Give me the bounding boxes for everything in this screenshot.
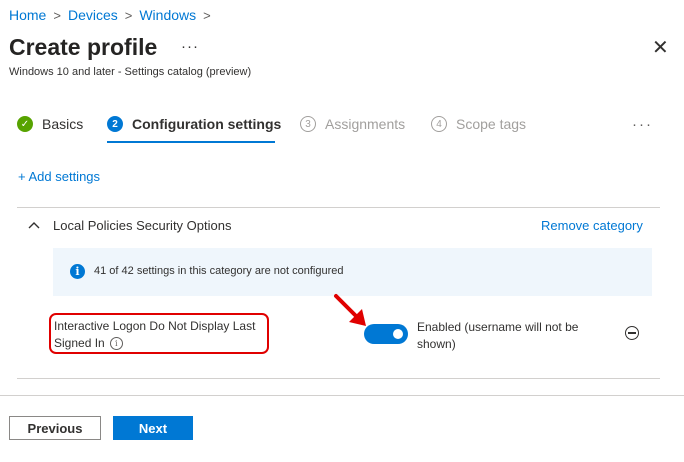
breadcrumb-devices[interactable]: Devices <box>68 7 118 23</box>
step-scope-tags[interactable]: 4 Scope tags <box>431 116 526 132</box>
step-basics[interactable]: ✓ Basics <box>17 116 83 132</box>
chevron-right-icon: > <box>53 7 61 23</box>
setting-label: Interactive Logon Do Not Display Last Si… <box>54 319 256 350</box>
footer-divider <box>0 395 684 396</box>
page-title: Create profile <box>9 34 158 60</box>
next-button[interactable]: Next <box>113 416 193 440</box>
step-number: 3 <box>300 116 316 132</box>
more-steps-icon[interactable]: ··· <box>632 116 653 133</box>
breadcrumb: Home > Devices > Windows > <box>9 7 218 23</box>
setting-toggle[interactable] <box>364 324 408 344</box>
step-assignments[interactable]: 3 Assignments <box>300 116 405 132</box>
divider <box>17 207 660 208</box>
step-label: Assignments <box>325 116 406 132</box>
setting-name: Interactive Logon Do Not Display Last Si… <box>54 318 269 352</box>
remove-setting-icon[interactable] <box>625 326 639 340</box>
remove-category-link[interactable]: Remove category <box>541 218 643 233</box>
step-number: 2 <box>107 116 123 132</box>
step-label: Scope tags <box>456 116 527 132</box>
chevron-right-icon: > <box>124 7 133 23</box>
category-title: Local Policies Security Options <box>53 218 232 233</box>
close-icon[interactable]: ✕ <box>652 38 669 58</box>
toggle-knob <box>393 329 403 339</box>
previous-button[interactable]: Previous <box>9 416 101 440</box>
checkmark-icon: ✓ <box>17 116 33 132</box>
divider <box>17 378 660 379</box>
chevron-right-icon: > <box>203 7 211 23</box>
step-label: Configuration settings <box>132 116 282 132</box>
toggle-value-text: Enabled (username will not be shown) <box>417 320 579 351</box>
active-step-underline <box>107 141 275 143</box>
chevron-up-icon[interactable] <box>27 218 41 232</box>
step-configuration-settings[interactable]: 2 Configuration settings <box>107 116 281 132</box>
breadcrumb-home[interactable]: Home <box>9 7 46 23</box>
step-number: 4 <box>431 116 447 132</box>
info-icon[interactable]: i <box>109 337 123 351</box>
more-options-icon[interactable]: ··· <box>181 38 199 55</box>
add-settings-link[interactable]: + Add settings <box>18 169 100 184</box>
info-banner-text: 41 of 42 settings in this category are n… <box>94 265 344 277</box>
step-label: Basics <box>42 116 84 132</box>
info-icon: i <box>70 264 85 279</box>
red-arrow-icon <box>334 294 366 326</box>
page-subtitle: Windows 10 and later - Settings catalog … <box>9 66 252 78</box>
breadcrumb-windows[interactable]: Windows <box>139 7 196 23</box>
